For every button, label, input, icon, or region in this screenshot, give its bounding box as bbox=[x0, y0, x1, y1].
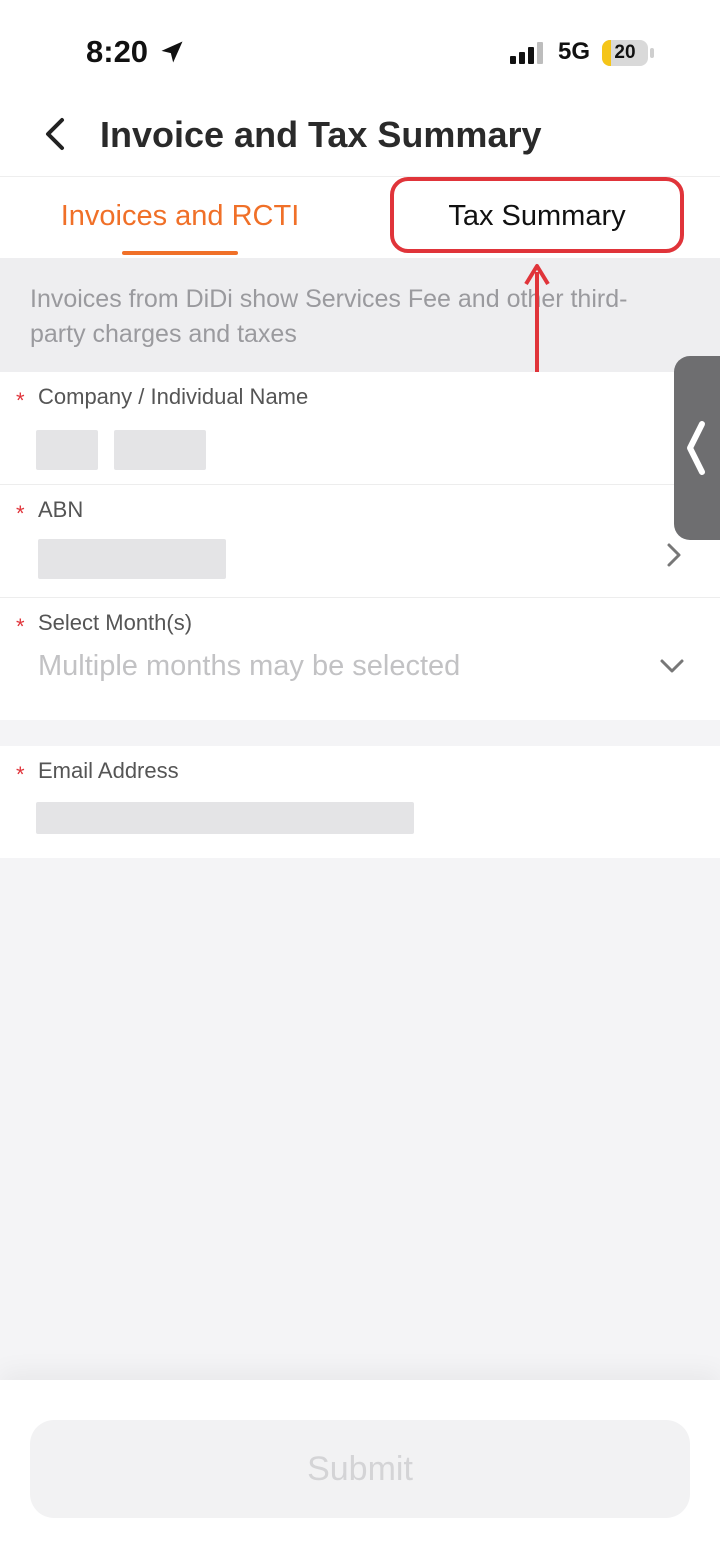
info-text: Invoices from DiDi show Services Fee and… bbox=[30, 285, 628, 348]
chevron-down-icon bbox=[660, 659, 684, 673]
abn-field[interactable]: * ABN bbox=[0, 485, 720, 598]
redacted-value bbox=[114, 430, 206, 470]
collapse-handle-icon bbox=[687, 421, 705, 475]
tab-invoices-rcti[interactable]: Invoices and RCTI bbox=[30, 177, 330, 259]
redacted-value bbox=[36, 802, 414, 834]
select-months-placeholder: Multiple months may be selected bbox=[38, 650, 461, 682]
abn-label: ABN bbox=[38, 497, 84, 522]
select-months-field[interactable]: * Select Month(s) Multiple months may be… bbox=[0, 598, 720, 720]
annotation-highlight-box bbox=[390, 177, 684, 253]
tab-bar: Invoices and RCTI Tax Summary bbox=[0, 176, 720, 258]
back-arrow-icon[interactable] bbox=[36, 114, 76, 154]
signal-icon bbox=[510, 42, 543, 64]
side-panel-handle[interactable] bbox=[674, 356, 720, 540]
location-arrow-icon bbox=[161, 41, 183, 63]
redacted-value bbox=[38, 539, 226, 579]
required-mark: * bbox=[16, 388, 25, 413]
status-time: 8:20 bbox=[86, 34, 149, 69]
required-mark: * bbox=[16, 614, 25, 639]
email-field[interactable]: * Email Address bbox=[0, 746, 720, 858]
invoice-form: * Company / Individual Name * ABN * Sele… bbox=[0, 372, 720, 720]
required-mark: * bbox=[16, 501, 25, 526]
page-header: Invoice and Tax Summary bbox=[0, 100, 720, 176]
company-name-field[interactable]: * Company / Individual Name bbox=[0, 372, 720, 485]
select-months-label: Select Month(s) bbox=[38, 610, 193, 635]
required-mark: * bbox=[16, 762, 25, 787]
company-name-label: Company / Individual Name bbox=[38, 384, 309, 409]
battery-level: 20 bbox=[614, 42, 636, 63]
email-label: Email Address bbox=[38, 758, 179, 783]
annotation-arrow-icon bbox=[524, 264, 550, 380]
page-title: Invoice and Tax Summary bbox=[100, 114, 542, 155]
bottom-action-bar: Submit bbox=[0, 1380, 720, 1558]
info-banner: Invoices from DiDi show Services Fee and… bbox=[0, 258, 720, 372]
network-label: 5G bbox=[558, 38, 591, 65]
submit-button[interactable]: Submit bbox=[30, 1420, 690, 1518]
chevron-right-icon bbox=[667, 543, 681, 567]
battery-icon: 20 bbox=[602, 40, 654, 66]
active-tab-indicator bbox=[122, 251, 238, 255]
redacted-value bbox=[36, 430, 98, 470]
status-bar: 8:20 5G 20 bbox=[0, 0, 720, 100]
